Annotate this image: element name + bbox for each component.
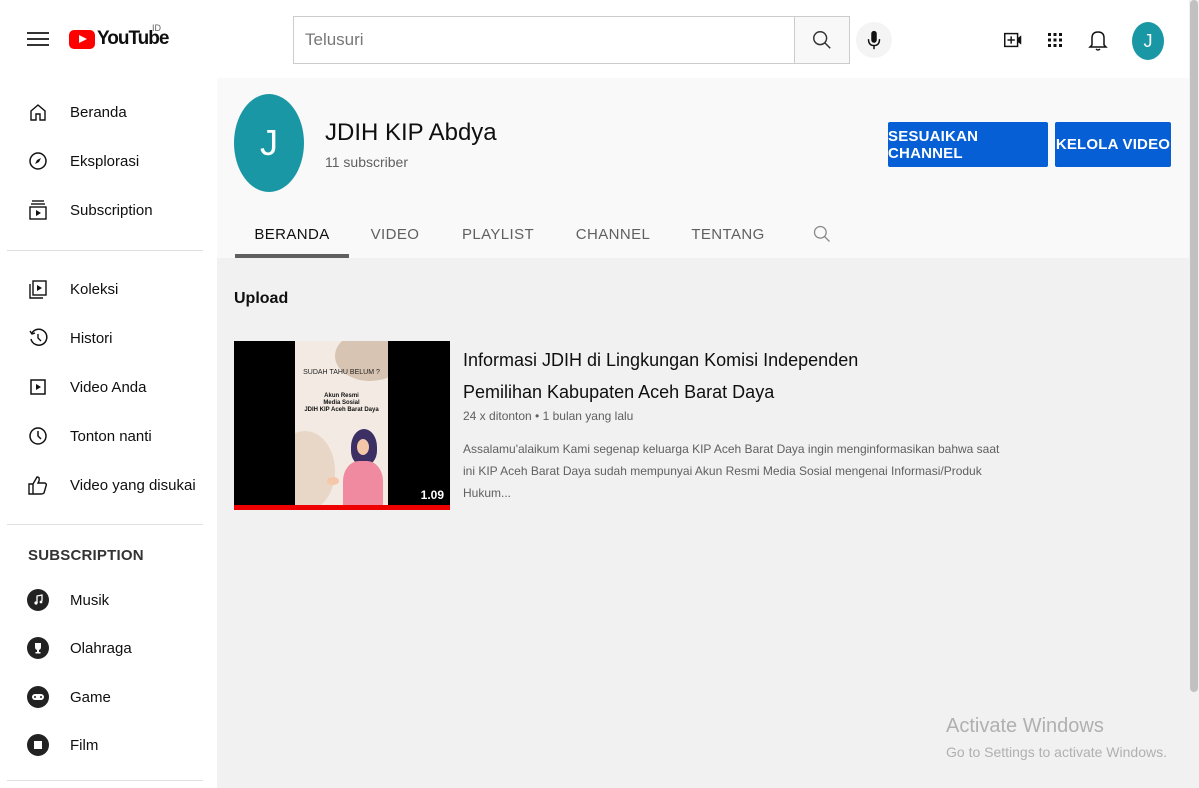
your-videos-icon xyxy=(26,375,50,399)
sidebar-item-label: Game xyxy=(70,688,111,706)
tab-about[interactable]: TENTANG xyxy=(687,210,769,258)
channel-search-button[interactable] xyxy=(807,210,837,258)
sidebar-item-music[interactable]: Musik xyxy=(0,580,217,620)
watch-progress-bar xyxy=(234,505,450,510)
channel-header: J JDIH KIP Abdya 11 subscriber SESUAIKAN… xyxy=(217,78,1189,258)
search-icon xyxy=(813,225,830,242)
logo-region: ID xyxy=(152,23,161,33)
sidebar-item-label: Eksplorasi xyxy=(70,152,140,170)
library-icon xyxy=(26,277,50,301)
video-item[interactable]: SUDAH TAHU BELUM ? Akun Resmi Media Sosi… xyxy=(234,341,1014,511)
subscriber-count: 11 subscriber xyxy=(325,154,409,170)
scrollbar-thumb[interactable] xyxy=(1190,0,1198,692)
sidebar-item-film[interactable]: Film xyxy=(0,725,217,765)
menu-icon[interactable] xyxy=(26,28,50,52)
subscriptions-icon xyxy=(26,198,50,222)
sidebar-item-history[interactable]: Histori xyxy=(0,318,217,358)
youtube-logo[interactable]: YouTube ID xyxy=(69,23,169,50)
thumbs-up-icon xyxy=(26,473,50,497)
video-duration: 1.09 xyxy=(420,488,444,502)
search-input[interactable] xyxy=(293,16,794,64)
video-description: Assalamu'alaikum Kami segenap keluarga K… xyxy=(463,442,1000,500)
sidebar: Beranda Eksplorasi Subscription Koleksi … xyxy=(0,78,217,788)
sidebar-item-library[interactable]: Koleksi xyxy=(0,269,217,309)
sidebar-item-label: Koleksi xyxy=(70,280,119,298)
tab-channels[interactable]: CHANNEL xyxy=(572,210,654,258)
watch-later-icon xyxy=(26,424,50,448)
youtube-play-icon xyxy=(69,29,95,49)
channel-page: J JDIH KIP Abdya 11 subscriber SESUAIKAN… xyxy=(217,78,1189,788)
sidebar-divider xyxy=(7,524,203,525)
sidebar-item-label: Beranda xyxy=(70,103,127,121)
sidebar-item-label: Tonton nanti xyxy=(70,427,152,445)
sidebar-item-gaming[interactable]: Game xyxy=(0,677,217,717)
sidebar-item-sports[interactable]: Olahraga xyxy=(0,628,217,668)
tab-home[interactable]: BERANDA xyxy=(235,210,349,258)
search-box xyxy=(293,16,850,64)
voice-search-button[interactable] xyxy=(856,22,892,58)
apps-grid-icon xyxy=(1048,33,1062,47)
trophy-icon xyxy=(26,636,50,660)
thumbnail-caption: Akun Resmi Media Sosial JDIH KIP Aceh Ba… xyxy=(304,393,379,413)
compass-icon xyxy=(26,149,50,173)
sidebar-item-subscriptions[interactable]: Subscription xyxy=(0,190,217,230)
music-icon xyxy=(26,588,50,612)
active-tab-indicator xyxy=(235,254,349,258)
film-icon xyxy=(26,733,50,757)
page-scrollbar[interactable] xyxy=(1189,0,1199,788)
sidebar-item-label: Histori xyxy=(70,329,113,347)
sidebar-item-label: Olahraga xyxy=(70,639,132,657)
create-video-icon xyxy=(1004,32,1022,48)
search-icon xyxy=(813,31,831,49)
video-thumbnail[interactable]: SUDAH TAHU BELUM ? Akun Resmi Media Sosi… xyxy=(234,341,450,510)
sidebar-item-liked-videos[interactable]: Video yang disukai xyxy=(0,465,217,505)
windows-activation-watermark: Activate Windows Go to Settings to activ… xyxy=(946,715,1167,760)
tab-playlists[interactable]: PLAYLIST xyxy=(457,210,539,258)
video-metadata: 24 x ditonton • 1 bulan yang lalu xyxy=(463,409,634,423)
sidebar-item-home[interactable]: Beranda xyxy=(0,92,217,132)
tab-videos[interactable]: VIDEO xyxy=(363,210,427,258)
customize-channel-button[interactable]: SESUAIKAN CHANNEL xyxy=(888,122,1048,167)
search-button[interactable] xyxy=(794,16,850,64)
sidebar-divider xyxy=(7,780,203,781)
thumbnail-text: SUDAH TAHU BELUM ? xyxy=(303,369,380,376)
subscriptions-heading: SUBSCRIPTION xyxy=(28,547,144,564)
sidebar-item-your-videos[interactable]: Video Anda xyxy=(0,367,217,407)
thumbnail-artwork: SUDAH TAHU BELUM ? Akun Resmi Media Sosi… xyxy=(295,341,388,505)
notifications-button[interactable] xyxy=(1086,28,1110,52)
sidebar-item-label: Subscription xyxy=(70,201,153,219)
channel-avatar: J xyxy=(234,94,304,192)
create-video-button[interactable] xyxy=(1001,28,1025,52)
home-icon xyxy=(26,100,50,124)
account-avatar[interactable]: J xyxy=(1132,22,1164,60)
sidebar-item-label: Video yang disukai xyxy=(70,476,196,494)
sidebar-item-watch-later[interactable]: Tonton nanti xyxy=(0,416,217,456)
gamepad-icon xyxy=(26,685,50,709)
sidebar-item-label: Musik xyxy=(70,591,110,609)
sidebar-item-label: Film xyxy=(70,736,99,754)
sidebar-divider xyxy=(7,250,203,251)
apps-button[interactable] xyxy=(1043,28,1067,52)
bell-icon xyxy=(1088,31,1108,51)
history-icon xyxy=(26,326,50,350)
sidebar-item-explore[interactable]: Eksplorasi xyxy=(0,141,217,181)
sidebar-item-label: Video Anda xyxy=(70,378,147,396)
manage-videos-button[interactable]: KELOLA VIDEO xyxy=(1055,122,1171,167)
channel-name: JDIH KIP Abdya xyxy=(325,119,497,146)
microphone-icon xyxy=(867,30,881,50)
uploads-section-title: Upload xyxy=(234,290,289,307)
masthead: YouTube ID J xyxy=(0,0,1189,78)
video-title[interactable]: Informasi JDIH di Lingkungan Komisi Inde… xyxy=(463,344,923,408)
